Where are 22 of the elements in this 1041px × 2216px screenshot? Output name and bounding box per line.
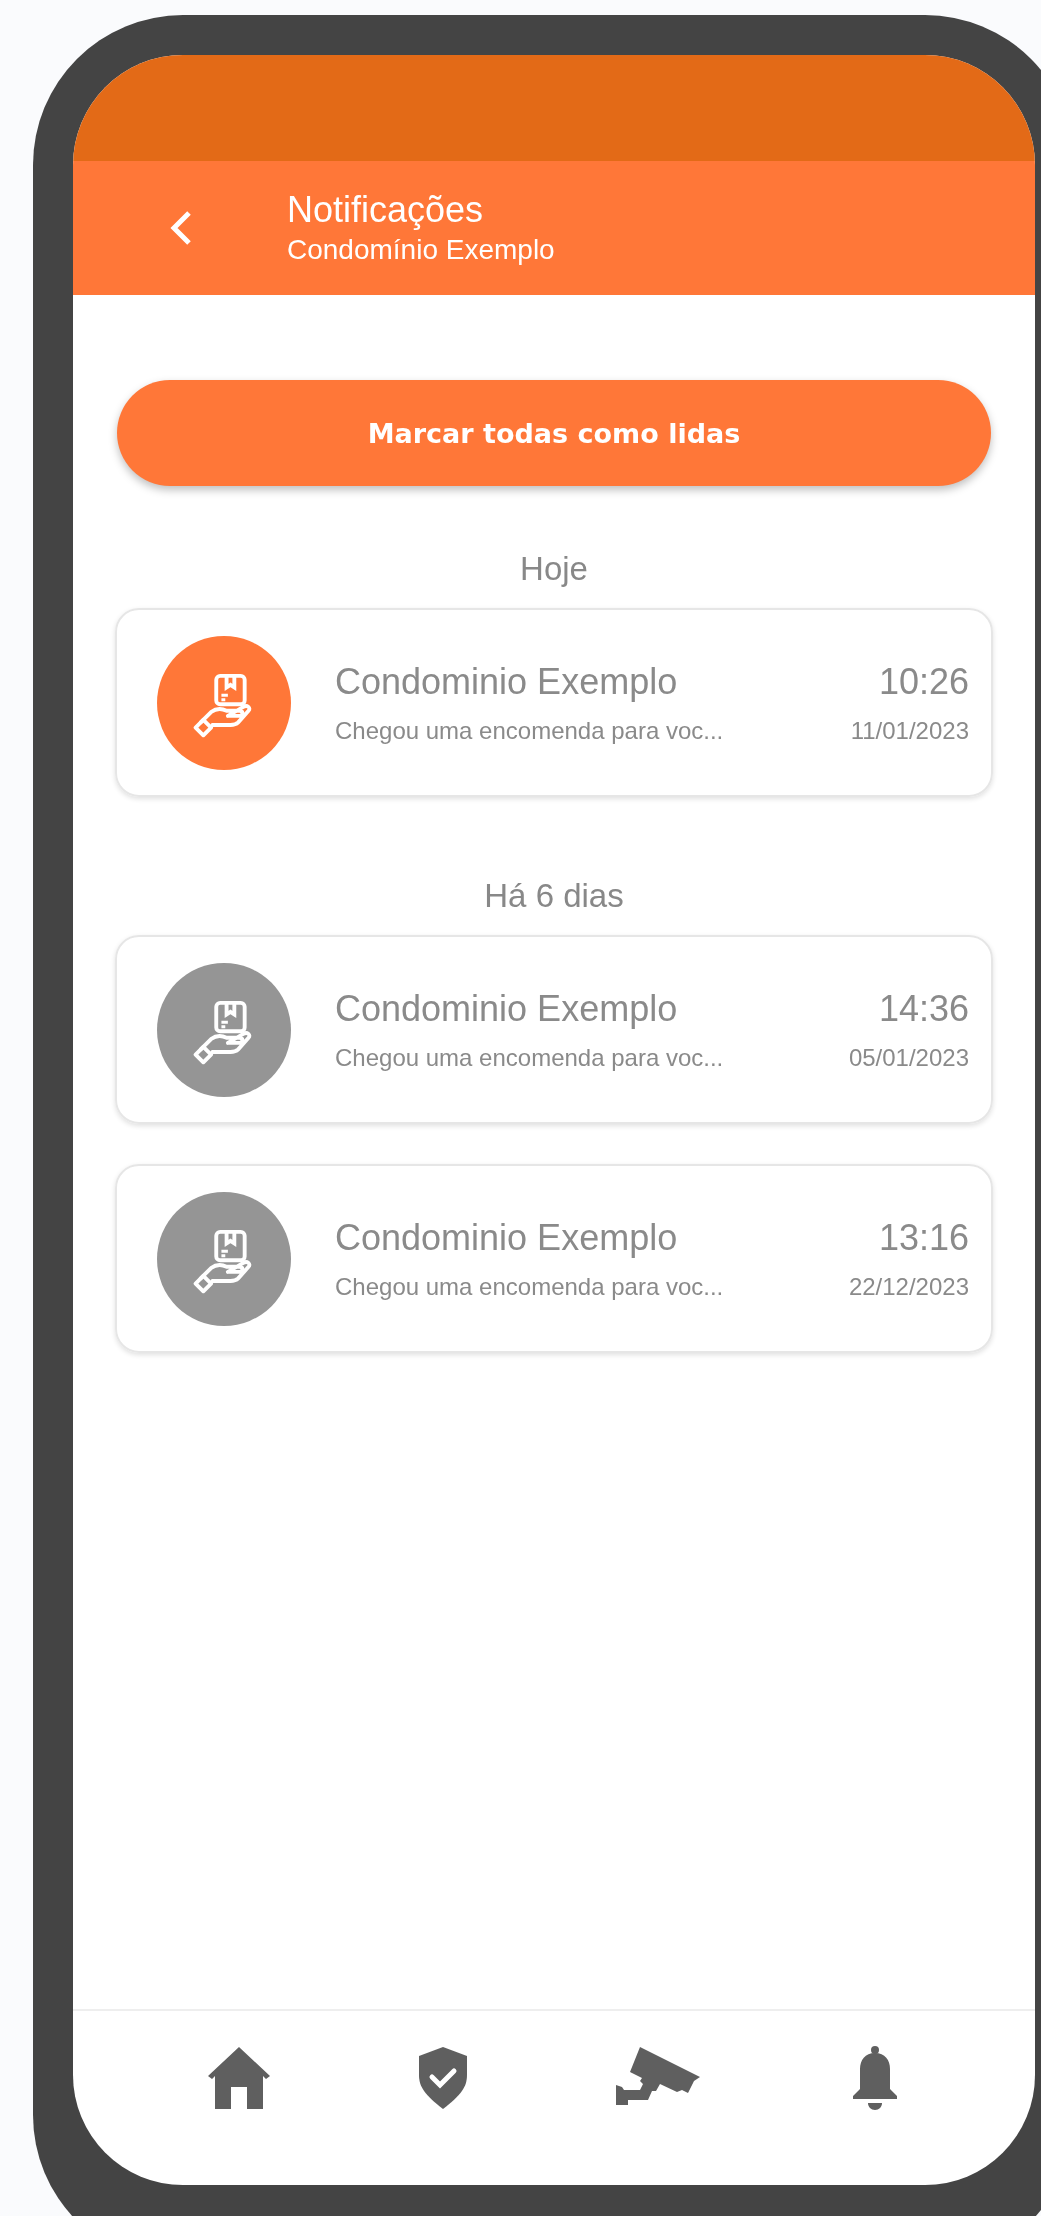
notification-sender: Condominio Exemplo	[335, 1216, 678, 1259]
date-group-label: Há 6 dias	[484, 877, 624, 915]
notification-message: Chegou uma encomenda para voc...	[335, 1272, 724, 1301]
notification-date: 05/01/2023	[848, 1043, 969, 1072]
notification-message: Chegou uma encomenda para voc...	[335, 716, 724, 745]
notification-card[interactable]: Condominio Exemplo 14:36 Chegou uma encomenda para voc... 05/01/2023	[115, 935, 993, 1124]
header-subtitle: Condomínio Exemplo	[287, 233, 555, 267]
notification-message: Chegou uma encomenda para voc...	[335, 1043, 724, 1072]
header-title: Notificações	[287, 188, 485, 232]
date-group-label: Hoje	[520, 550, 588, 588]
shield-check-icon[interactable]	[416, 2045, 469, 2111]
notification-card[interactable]: Condominio Exemplo 13:16 Chegou uma encomenda para voc... 22/12/2023	[115, 1164, 993, 1353]
notification-date: 11/01/2023	[850, 716, 969, 745]
notification-time: 13:16	[878, 1216, 969, 1259]
notification-card[interactable]: Condominio Exemplo 10:26 Chegou uma encomenda para voc... 11/01/2023	[115, 608, 993, 797]
notification-sender: Condominio Exemplo	[335, 660, 678, 703]
back-icon[interactable]	[169, 210, 193, 246]
notification-time: 10:26	[878, 660, 969, 703]
mark-all-read-button[interactable]: Marcar todas como lidas	[117, 380, 991, 486]
notification-time: 14:36	[878, 987, 969, 1030]
notification-sender: Condominio Exemplo	[335, 987, 678, 1030]
notification-date: 22/12/2023	[848, 1272, 969, 1301]
